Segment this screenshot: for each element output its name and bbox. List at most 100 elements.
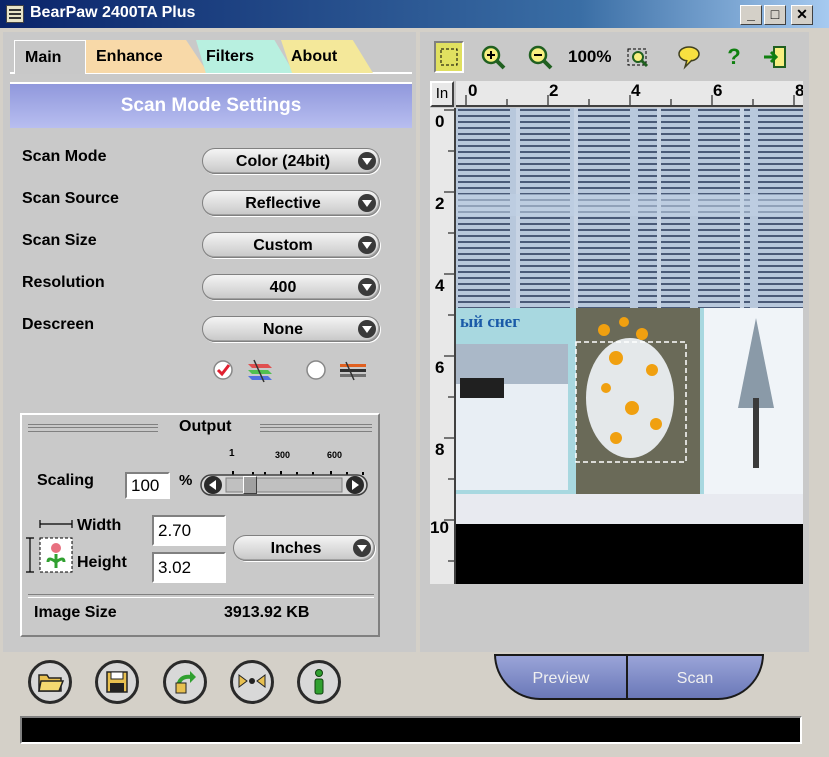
preview-button[interactable]: Preview	[494, 654, 628, 700]
units-dropdown[interactable]: Inches	[233, 535, 375, 561]
scan-buttons: Preview Scan	[494, 654, 764, 702]
ruler-left-2: 2	[435, 194, 445, 213]
image-size-label: Image Size	[34, 604, 117, 621]
merge-arrows-icon	[238, 674, 266, 688]
color-radio[interactable]	[212, 359, 234, 381]
ruler-unit[interactable]: In	[430, 81, 454, 107]
scanned-page-graphic	[456, 108, 803, 584]
window-title: BearPaw 2400TA Plus	[30, 4, 196, 21]
info-button[interactable]	[297, 660, 341, 704]
ruler-top-6: 6	[713, 81, 723, 100]
scan-source-label: Scan Source	[22, 190, 119, 207]
exit-door-icon	[764, 46, 786, 68]
descreen-dropdown[interactable]: None	[202, 316, 380, 342]
folder-open-icon	[38, 674, 65, 692]
slider-thumb[interactable]	[243, 476, 257, 494]
zoom-in-button[interactable]	[480, 44, 506, 70]
height-label: Height	[77, 554, 127, 571]
select-tool-button[interactable]	[434, 41, 464, 73]
undo-arrow-icon	[175, 671, 196, 694]
scan-source-dropdown[interactable]: Reflective	[202, 190, 380, 216]
scan-source-value: Reflective	[245, 195, 321, 212]
zoom-out-button[interactable]	[527, 44, 553, 70]
preview-caption: ый снег	[460, 312, 520, 331]
ruler-left-8: 8	[435, 440, 445, 459]
scan-mode-label: Scan Mode	[22, 148, 107, 165]
info-icon	[314, 669, 324, 695]
scaling-slider[interactable]	[200, 472, 368, 498]
scan-size-label: Scan Size	[22, 232, 97, 249]
section-header: Scan Mode Settings	[10, 82, 412, 128]
ruler-top-4: 4	[631, 81, 641, 100]
chevron-down-icon	[358, 152, 376, 170]
scaling-input[interactable]	[125, 472, 170, 499]
merge-button[interactable]	[230, 660, 274, 704]
grayscale-bars-icon	[336, 360, 370, 382]
chevron-down-icon	[358, 194, 376, 212]
percent-label: %	[179, 472, 193, 489]
maximize-button[interactable]: □	[764, 5, 786, 25]
close-button[interactable]: ✕	[791, 5, 813, 25]
image-size-value: 3913.92 KB	[224, 604, 310, 621]
scan-size-dropdown[interactable]: Custom	[202, 232, 380, 258]
scan-mode-value: Color (24bit)	[235, 153, 331, 170]
fit-selection-icon	[627, 48, 649, 68]
output-divider-right	[260, 424, 372, 432]
save-button[interactable]	[95, 660, 139, 704]
height-input[interactable]	[152, 552, 226, 583]
preview-image[interactable]: ый снег	[456, 108, 803, 584]
descreen-label: Descreen	[22, 316, 95, 333]
tab-main[interactable]: Main	[14, 40, 86, 74]
image-dimension-icon	[26, 516, 74, 576]
scaling-label: Scaling	[37, 472, 94, 489]
resolution-label: Resolution	[22, 274, 105, 291]
bw-radio[interactable]	[305, 359, 327, 381]
scan-size-value: Custom	[253, 237, 313, 254]
help-button[interactable]: ?	[721, 44, 747, 70]
speech-bubble-icon	[678, 46, 700, 70]
ruler-left-6: 6	[435, 358, 445, 377]
output-title: Output	[179, 418, 232, 435]
slider-tick-300: 300	[275, 450, 291, 460]
chevron-down-icon	[358, 278, 376, 296]
zoom-in-icon	[481, 45, 506, 70]
output-separator	[28, 594, 374, 598]
horizontal-ruler: 0 2 4 6 8	[456, 81, 803, 107]
floppy-disk-icon	[106, 671, 128, 693]
ruler-left-0: 0	[435, 112, 445, 131]
chevron-down-icon	[358, 236, 376, 254]
color-layers-icon	[244, 358, 276, 384]
width-input[interactable]	[152, 515, 226, 546]
ruler-top-2: 2	[549, 81, 559, 100]
slider-tick-1: 1	[229, 448, 235, 459]
ruler-left-4: 4	[435, 276, 445, 295]
vertical-ruler: 0 2 4 6 8 10	[430, 108, 456, 584]
marquee-icon	[440, 48, 458, 66]
chevron-down-icon	[353, 539, 371, 557]
exit-button[interactable]	[762, 44, 788, 70]
ruler-left-10: 10	[430, 518, 449, 537]
open-button[interactable]	[28, 660, 72, 704]
question-icon: ?	[727, 44, 741, 69]
units-value: Inches	[270, 540, 322, 557]
minimize-button[interactable]: _	[740, 5, 762, 25]
scan-button[interactable]: Scan	[626, 654, 764, 700]
resolution-value: 400	[269, 279, 297, 296]
zoom-100-button[interactable]: 100%	[568, 47, 611, 67]
app-icon[interactable]	[6, 5, 24, 23]
undo-button[interactable]	[163, 660, 207, 704]
ruler-top-0: 0	[468, 81, 478, 100]
fit-selection-button[interactable]	[625, 44, 651, 70]
output-divider-left	[28, 424, 158, 432]
zoom-out-icon	[528, 45, 553, 70]
ruler-top-8: 8	[795, 81, 803, 101]
slider-tick-600: 600	[327, 450, 343, 460]
status-bar	[20, 716, 802, 744]
chevron-down-icon	[358, 320, 376, 338]
resolution-dropdown[interactable]: 400	[202, 274, 380, 300]
width-label: Width	[77, 517, 122, 534]
comment-button[interactable]	[676, 44, 702, 70]
scan-mode-dropdown[interactable]: Color (24bit)	[202, 148, 380, 174]
slider-tick-marks	[232, 462, 366, 475]
descreen-value: None	[263, 321, 303, 338]
